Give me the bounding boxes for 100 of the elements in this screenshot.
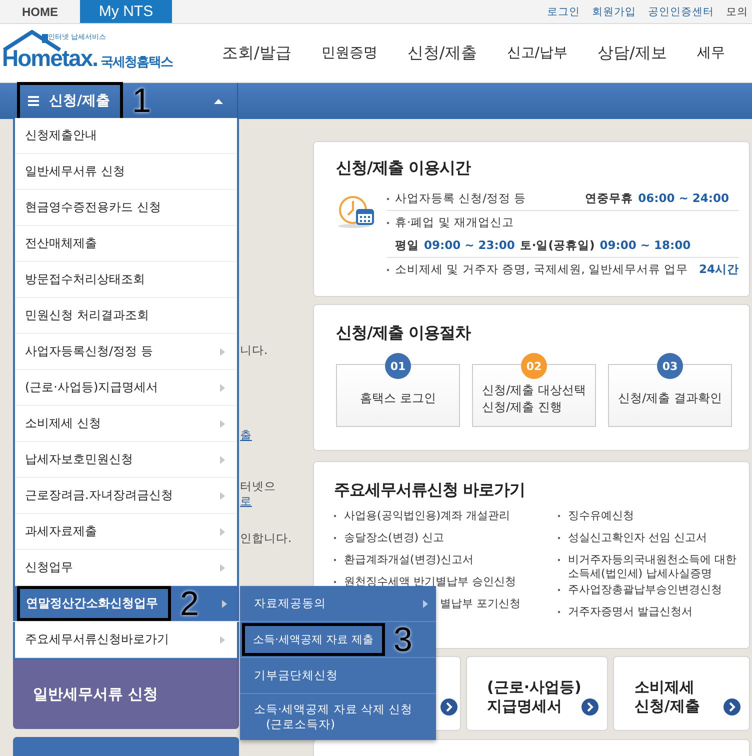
- shortcut-label: 일반세무서류 신청: [33, 684, 158, 704]
- menu-item-label: 신청제출안내: [25, 127, 97, 144]
- tile-label: (근로·사업등): [487, 678, 582, 697]
- hours-label: 사업자등록 신청/정정 등: [395, 191, 526, 206]
- menu-item-label: 방문접수처리상태조회: [25, 271, 145, 288]
- step-number: 01: [385, 353, 411, 379]
- top-tab[interactable]: My NTS: [80, 0, 172, 23]
- menu-item[interactable]: 근로장려금.자녀장려금신청: [15, 478, 237, 514]
- menu-item-label: 전산매체제출: [25, 235, 97, 252]
- hours-label: 휴·폐업 및 재개업신고: [395, 215, 514, 230]
- annotation-number: 2: [180, 588, 199, 618]
- submenu-item-label: 기부금단체신청: [254, 668, 338, 683]
- top-link[interactable]: 로그인: [547, 4, 580, 18]
- menu-item[interactable]: 전산매체제출: [15, 226, 237, 262]
- menu-item-label: 연말정산간소화신청업무: [26, 595, 158, 612]
- logo-name: 국세청홈택스: [100, 54, 173, 71]
- time-text: 06:00 ~ 24:00: [638, 191, 729, 206]
- menu-item[interactable]: (근로·사업등)지급명세서: [15, 370, 237, 406]
- shortcut-link[interactable]: 환급계좌개설(변경)신고서: [344, 551, 474, 567]
- hours-label: 소비제세 및 거주자 증명, 국제세원, 일반세무서류 업무: [395, 262, 688, 277]
- menu-item-label: 납세자보호민원신청: [25, 451, 133, 468]
- step-number: 03: [657, 353, 683, 379]
- step-label: 신청/제출 대상선택: [482, 382, 586, 398]
- shortcut-link[interactable]: 주사업장총괄납부승인변경신청: [568, 581, 722, 597]
- annotation-number: 1: [132, 86, 152, 116]
- submenu-item[interactable]: 기부금단체신청: [240, 658, 436, 694]
- menu-item-label: 신청업무: [25, 559, 73, 576]
- nav-menu-item[interactable]: 조회/발급: [222, 42, 292, 64]
- shortcut-link[interactable]: 성실신고확인자 선임 신고서: [568, 529, 707, 545]
- shortcut-card[interactable]: 일반세무서류 신청: [13, 659, 239, 729]
- logo-brand: Hometax.: [2, 45, 98, 72]
- submenu-item-label: 자료제공동의: [254, 596, 326, 611]
- shortcut-link[interactable]: 거주자증명서 발급신청서: [568, 603, 692, 619]
- time-text: 09:00 ~ 23:00: [424, 238, 515, 253]
- menu-item-label: 일반세무서류 신청: [25, 163, 125, 180]
- breadcrumb-label: 신청/제출: [49, 92, 110, 110]
- hours-text: 토·일(공휴일): [520, 238, 595, 253]
- shortcut-link[interactable]: 송달장소(변경) 신고: [344, 529, 444, 545]
- menu-item[interactable]: 사업자등록신청/정정 등: [15, 334, 237, 370]
- top-link[interactable]: 모의: [726, 4, 748, 18]
- menu-item-label: (근로·사업등)지급명세서: [25, 379, 158, 396]
- menu-item[interactable]: 소비제세 신청: [15, 406, 237, 442]
- step-number: 02: [521, 353, 547, 379]
- tile-label: 신청/제출: [634, 697, 700, 716]
- menu-item[interactable]: 주요세무서류신청바로가기: [15, 622, 237, 658]
- menu-item[interactable]: 일반세무서류 신청: [15, 154, 237, 190]
- menu-item-label: 과세자료제출: [25, 523, 97, 540]
- nav-menu-item[interactable]: 신청/제출: [407, 42, 477, 64]
- text-link[interactable]: 로: [240, 494, 313, 509]
- menu-item[interactable]: 현금영수증전용카드 신청: [15, 190, 237, 226]
- menu-item-label: 소비제세 신청: [25, 415, 101, 432]
- time-text: 24시간: [698, 262, 739, 277]
- shortcut-link[interactable]: 징수유예신청: [568, 507, 634, 523]
- hours-text: 평일: [395, 238, 419, 253]
- body-text: 인합니다.: [240, 531, 293, 546]
- submenu-item[interactable]: 소득·세액공제 자료 삭제 신청 (근로소득자): [240, 694, 436, 740]
- menu-item[interactable]: 과세자료제출: [15, 514, 237, 550]
- body-text: 터넷으: [240, 479, 277, 494]
- top-link[interactable]: 공인인증센터: [648, 4, 714, 18]
- nav-menu-item[interactable]: 세무: [696, 44, 725, 62]
- menu-item[interactable]: 민원신청 처리결과조회: [15, 298, 237, 334]
- tile-label: 지급명세서: [487, 697, 563, 716]
- card-title: 신청/제출 이용시간: [336, 158, 472, 179]
- submenu-item-label: 소득·세액공제 자료 삭제 신청 (근로소득자): [254, 702, 414, 732]
- menu-item-label: 민원신청 처리결과조회: [25, 307, 149, 324]
- menu-item-label: 근로장려금.자녀장려금신청: [25, 487, 173, 504]
- tile-label: 소비제세: [634, 678, 696, 697]
- body-text: 니다.: [240, 343, 269, 358]
- submenu-item[interactable]: 자료제공동의: [240, 586, 436, 622]
- shortcut-tile[interactable]: 소비제세 신청/제출: [613, 656, 750, 731]
- submenu-item[interactable]: 소득·세액공제 자료 제출 3: [240, 622, 436, 658]
- menu-item-label: 현금영수증전용카드 신청: [25, 199, 161, 216]
- menu-item-label: 주요세무서류신청바로가기: [25, 631, 169, 648]
- menu-item[interactable]: 연말정산간소화신청업무 2: [13, 586, 239, 622]
- step-label: 신청/제출 진행: [482, 398, 563, 416]
- shortcut-tile[interactable]: (근로·사업등) 지급명세서: [466, 656, 608, 731]
- text-link[interactable]: 출: [240, 428, 313, 443]
- shortcut-link[interactable]: 사업용(공익법인용)계좌 개설관리: [344, 507, 510, 523]
- shortcut-link[interactable]: 별납부 포기신청: [440, 595, 520, 611]
- menu-item[interactable]: 납세자보호민원신청: [15, 442, 237, 478]
- submenu-item-label: 소득·세액공제 자료 제출: [253, 632, 374, 647]
- menu-item[interactable]: 신청제출안내: [15, 118, 237, 154]
- step-label: 홈택스 로그인: [360, 390, 436, 407]
- nav-menu-item[interactable]: 상담/제보: [598, 42, 667, 64]
- step-label: 신청/제출 결과확인: [618, 390, 722, 407]
- time-text: 09:00 ~ 18:00: [600, 238, 691, 253]
- hours-text: 연중무휴: [585, 191, 634, 206]
- caret-up-icon: [214, 98, 223, 104]
- card-title: 신청/제출 이용절차: [336, 323, 472, 344]
- card-title: 주요세무서류신청 바로가기: [334, 480, 526, 501]
- menu-item[interactable]: 방문접수처리상태조회: [15, 262, 237, 298]
- nav-menu-item[interactable]: 민원증명: [321, 44, 378, 62]
- shortcut-link[interactable]: 비거주자등의국내원천소득에 대한 소득세(법인세) 납세사실증명: [568, 551, 739, 581]
- annotation-number: 3: [394, 624, 412, 654]
- clock-calendar-icon: [336, 195, 376, 229]
- nav-menu-item[interactable]: 신고/납부: [506, 44, 568, 62]
- top-link[interactable]: 회원가입: [592, 4, 636, 18]
- top-tab[interactable]: HOME: [0, 0, 80, 23]
- menu-icon: [28, 96, 39, 106]
- menu-item-label: 사업자등록신청/정정 등: [25, 343, 153, 360]
